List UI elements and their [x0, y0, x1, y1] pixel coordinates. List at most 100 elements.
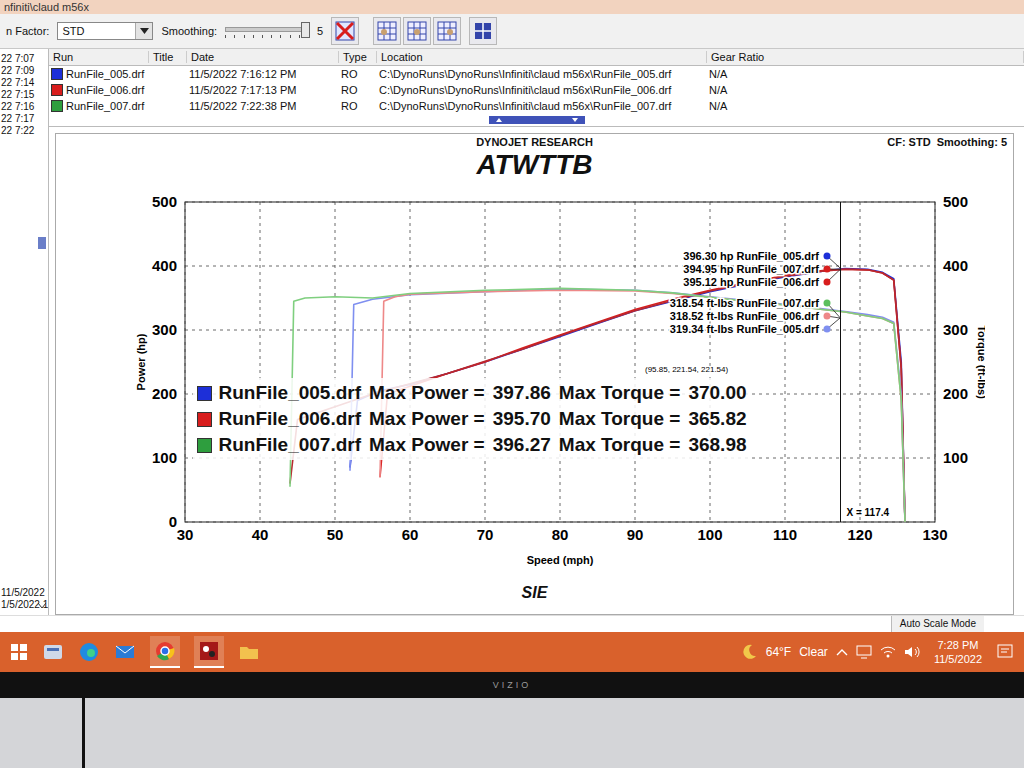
grid-tool-icon[interactable] — [433, 17, 461, 45]
readout-dot — [823, 279, 830, 286]
y-right-title: Torque (ft-lbs) — [976, 325, 985, 399]
type-cell: RO — [339, 68, 377, 80]
clock-date: 11/5/2022 — [934, 652, 982, 666]
volume-icon[interactable] — [904, 645, 920, 659]
file-list-item[interactable]: 22 7:09 — [0, 65, 48, 77]
slider-thumb[interactable] — [301, 22, 310, 38]
file-list-item[interactable]: 22 7:14 — [0, 77, 48, 89]
x-tick: 70 — [476, 526, 493, 543]
run-cell: RunFile_006.drf — [49, 84, 149, 96]
grid-icon[interactable] — [469, 17, 497, 45]
max-torque-value: 368.98 — [688, 432, 746, 458]
file-list-item[interactable]: 22 7:17 — [0, 113, 48, 125]
scroll-arrow-icon[interactable] — [38, 237, 46, 249]
power-line[interactable] — [350, 269, 905, 522]
start-icon[interactable] — [10, 643, 28, 661]
power-line[interactable] — [290, 269, 905, 522]
grid-line — [409, 202, 410, 522]
max-torque-value: 370.00 — [688, 380, 746, 406]
max-torque-label: Max Torque = — [559, 380, 681, 406]
cable — [82, 698, 85, 768]
readout-dot — [823, 266, 830, 273]
gear-cell: N/A — [707, 100, 1024, 112]
factor-label: n Factor: — [6, 25, 49, 37]
date-cell: 11/5/2022 7:16:12 PM — [187, 68, 339, 80]
y-right-tick: 100 — [943, 449, 968, 466]
collapse-arrows-icon[interactable] — [489, 116, 585, 124]
smoothing-slider[interactable] — [225, 21, 309, 41]
x-tick: 90 — [626, 526, 643, 543]
column-header[interactable]: Date — [187, 51, 339, 63]
splitter[interactable] — [49, 114, 1024, 126]
readout-dot — [823, 300, 830, 307]
wifi-icon[interactable] — [880, 645, 896, 659]
weather-temp[interactable]: 64°F — [766, 645, 791, 659]
edge-icon[interactable] — [78, 641, 100, 663]
slider-tick — [234, 35, 235, 38]
file-list-item[interactable]: 11/5/2022 11:5 — [0, 587, 48, 599]
taskbar: 64°F Clear 7:28 PM 11/5/2022 — [0, 632, 1024, 672]
y-right-tick: 200 — [943, 385, 968, 402]
chrome-icon — [154, 640, 176, 662]
max-power-value: 396.27 — [493, 432, 551, 458]
chevron-up-icon[interactable] — [836, 648, 848, 656]
grid-line — [185, 266, 935, 267]
smoothing-value: 5 — [317, 25, 323, 37]
run-color-icon — [51, 100, 63, 112]
file-list-footer: 11/5/2022 11:51/5/2022 11:5 — [0, 587, 48, 615]
mail-icon[interactable] — [114, 641, 136, 663]
cursor-readout: 319.34 ft-lbs RunFile_005.drf — [669, 323, 818, 335]
column-header[interactable]: Title — [149, 51, 187, 63]
chevron-down-icon[interactable] — [38, 603, 46, 609]
grid-line — [334, 202, 335, 522]
cursor-readout: 318.54 ft-lbs RunFile_007.drf — [669, 297, 818, 309]
y-left-tick: 300 — [151, 321, 176, 338]
slider-tick — [299, 35, 300, 38]
table-row[interactable]: RunFile_007.drf 11/5/2022 7:22:38 PM RO … — [49, 98, 1024, 114]
column-header[interactable]: Type — [339, 51, 377, 63]
gear-cell: N/A — [707, 68, 1024, 80]
run-table: RunTitleDateTypeLocationGear Ratio RunFi… — [49, 49, 1024, 127]
file-list-item[interactable]: 22 7:16 — [0, 101, 48, 113]
cursor-readout: 394.95 hp RunFile_007.drf — [683, 263, 819, 275]
active-app[interactable] — [150, 636, 180, 668]
run-cell: RunFile_005.drf — [49, 68, 149, 80]
plot-area — [185, 202, 935, 522]
grid-tool-icon[interactable] — [373, 17, 401, 45]
table-row[interactable]: RunFile_006.drf 11/5/2022 7:17:13 PM RO … — [49, 82, 1024, 98]
run-color-icon — [197, 412, 212, 427]
x-tick: 120 — [847, 526, 872, 543]
chart-footer: SIE — [522, 582, 548, 604]
column-header[interactable]: Run — [49, 51, 149, 63]
table-row[interactable]: RunFile_005.drf 11/5/2022 7:16:12 PM RO … — [49, 66, 1024, 82]
folder-icon[interactable] — [238, 641, 260, 663]
grid-line — [634, 202, 635, 522]
grid-tool-icon[interactable] — [403, 17, 431, 45]
date-cell: 11/5/2022 7:22:38 PM — [187, 100, 339, 112]
notification-icon[interactable] — [996, 643, 1014, 661]
slider-tick — [271, 35, 272, 38]
file-list-item[interactable]: 22 7:22 — [0, 125, 48, 137]
column-header[interactable]: Location — [377, 51, 707, 63]
cursor-line[interactable] — [840, 202, 841, 522]
location-cell: C:\DynoRuns\DynoRuns\Infiniti\claud m56x… — [377, 68, 707, 80]
weather-condition[interactable]: Clear — [799, 645, 828, 659]
active-app[interactable] — [194, 636, 224, 668]
column-header[interactable]: Gear Ratio — [707, 51, 1024, 63]
file-list-item[interactable]: 22 7:07 — [0, 53, 48, 65]
app-icon[interactable] — [42, 641, 64, 663]
y-left-tick: 100 — [151, 449, 176, 466]
chart-panel: DYNOJET RESEARCH CF: STD Smoothing: 5 AT… — [55, 133, 1014, 615]
factor-select[interactable]: STD — [57, 22, 153, 40]
display-icon[interactable] — [856, 645, 872, 659]
location-cell: C:\DynoRuns\DynoRuns\Infiniti\claud m56x… — [377, 84, 707, 96]
file-list-item[interactable]: 22 7:15 — [0, 89, 48, 101]
file-list-item[interactable]: 1/5/2022 11:5 — [0, 599, 48, 611]
clear-grid-icon[interactable] — [331, 17, 359, 45]
y-left-tick: 200 — [151, 385, 176, 402]
max-row: RunFile_006.drf Max Power = 395.70 Max T… — [197, 406, 747, 432]
cursor-readout: 396.30 hp RunFile_005.drf — [683, 250, 819, 262]
clock[interactable]: 7:28 PM 11/5/2022 — [934, 638, 982, 666]
grid-line — [859, 202, 860, 522]
run-color-icon — [51, 68, 63, 80]
